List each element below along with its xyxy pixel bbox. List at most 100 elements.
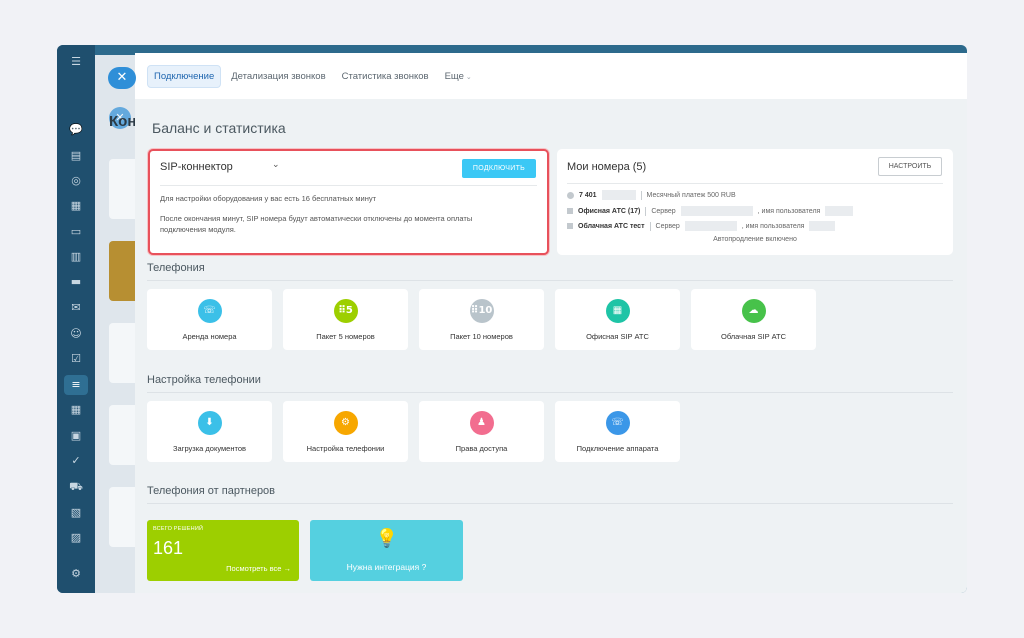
user-label: , имя пользователя [757,207,821,215]
store-icon[interactable]: ▣ [69,429,83,443]
free-minutes-text: Для настройки оборудования у вас есть 16… [160,194,377,203]
tab-more-label: Еще [444,70,464,82]
tick-icon[interactable]: ✓ [69,454,83,468]
number-row[interactable]: 7 401 Месячный платеж 500 RUB [567,190,736,200]
integration-card[interactable]: 💡 Нужна интеграция ? [310,520,463,581]
masked-value [601,190,636,200]
tab-more[interactable]: Еще ⌄ [439,66,478,87]
section-title-settings: Настройка телефонии [147,374,261,386]
user-label: , имя пользователя [741,222,805,230]
chat-icon[interactable]: 💬 [69,123,83,137]
total-solutions-count: 161 [153,538,184,558]
feed-icon[interactable]: ▤ [69,149,83,163]
divider [640,190,642,200]
tab-call-stats[interactable]: Статистика звонков [336,66,435,87]
configure-button[interactable]: НАСТРОИТЬ [878,157,942,176]
tile-label: Настройка телефонии [306,444,385,453]
masked-value [680,206,753,216]
chevron-down-icon[interactable]: ⌄ [272,160,280,170]
tile-telephony-settings[interactable]: ⚙ Настройка телефонии [283,401,408,462]
cart-icon[interactable]: ⛟ [69,480,83,494]
device-connection-icon: ☏ [605,411,630,435]
cloud-pbx-icon: ☁ [741,299,766,323]
partner-solutions-card[interactable]: ВСЕГО РЕШЕНИЙ 161 Посмотреть все → [147,520,299,581]
tile-label: Загрузка документов [173,444,246,453]
divider [160,185,537,186]
total-solutions-caption: ВСЕГО РЕШЕНИЙ [153,526,204,532]
calendar-icon[interactable]: ▦ [69,199,83,213]
divider [567,183,943,184]
tile-access-rights[interactable]: ♟ Права доступа [419,401,544,462]
tile-label: Облачная SIP АТС [721,332,786,341]
tile-package-10[interactable]: ⠿10 Пакет 10 номеров [419,289,544,350]
server-label: Сервер [651,207,676,215]
chart-icon[interactable]: ▥ [69,250,83,264]
tile-label: Пакет 10 номеров [450,332,513,341]
export-icon[interactable]: ▨ [69,531,83,545]
autorenew-status: Автопродление включено [713,236,797,243]
tab-call-details[interactable]: Детализация звонков [225,66,331,87]
tile-label: Аренда номера [182,332,237,341]
schedule-icon[interactable]: ▦ [69,403,83,417]
tab-connection[interactable]: Подключение [147,64,222,88]
tab-bar: Подключение Детализация звонков Статисти… [135,53,967,99]
masked-value [684,221,737,231]
integration-label: Нужна интеграция ? [346,562,427,572]
masked-value [825,206,854,216]
number-name: Офисная АТС (17) [578,207,641,215]
number-name: 7 401 [579,191,597,199]
number-detail: Месячный платеж 500 RUB [646,191,736,199]
media-icon[interactable]: ▧ [69,506,83,520]
sip-notice-text: После окончания минут, SIP номера будут … [160,214,473,234]
tile-cloud-pbx[interactable]: ☁ Облачная SIP АТС [691,289,816,350]
pbx-icon [567,208,573,214]
tile-device-connection[interactable]: ☏ Подключение аппарата [555,401,680,462]
pbx-icon [567,223,573,229]
my-numbers-card: Мои номера (5) НАСТРОИТЬ 7 401 Месячный … [557,149,953,255]
number-name: Облачная АТС тест [578,222,645,230]
connect-button[interactable]: ПОДКЛЮЧИТЬ [462,159,536,178]
section-title-partners: Телефония от партнеров [147,485,276,497]
target-icon[interactable]: ◎ [69,174,83,188]
divider [645,206,647,216]
tasks-icon[interactable]: ☑ [69,352,83,366]
telephony-slider: Подключение Детализация звонков Статисти… [135,53,967,593]
status-icon [567,191,574,199]
divider [147,503,953,504]
settings-icon[interactable]: ⚙ [69,567,83,581]
app-window: ☰ 💬 ▤ ◎ ▦ ▭ ▥ ▬ ✉ ☺ ☑ ≡ ▦ ▣ ✓ ⛟ ▧ ▨ ⚙ ✕ Кон ✕ Подключение … [57,45,967,593]
telephony-icon[interactable]: ≡ [64,375,88,395]
upload-docs-icon: ⬇ [197,411,222,435]
mail-icon[interactable]: ✉ [69,301,83,315]
left-sidebar: ☰ 💬 ▤ ◎ ▦ ▭ ▥ ▬ ✉ ☺ ☑ ≡ ▦ ▣ ✓ ⛟ ▧ ▨ ⚙ [57,45,95,593]
number-row[interactable]: Офисная АТС (17) Сервер , имя пользовате… [567,206,854,216]
tile-label: Офисная SIP АТС [586,332,649,341]
close-slider-button[interactable]: ✕ [108,67,136,89]
view-all-link[interactable]: Посмотреть все → [226,564,291,573]
tile-label: Права доступа [455,444,508,453]
contacts-icon[interactable]: ☺ [69,327,83,341]
document-icon[interactable]: ▭ [69,225,83,239]
menu-icon[interactable]: ☰ [69,55,83,69]
office-pbx-icon: ▦ [605,299,630,323]
my-numbers-title: Мои номера (5) [567,161,647,173]
page-title: Баланс и статистика [152,120,286,136]
package-5-icon: ⠿5 [333,299,358,323]
divider [649,221,651,231]
tile-office-pbx[interactable]: ▦ Офисная SIP АТС [555,289,680,350]
package-10-icon: ⠿10 [469,299,494,323]
sip-connector-card: SIP-коннектор ⌄ ПОДКЛЮЧИТЬ Для настройки… [148,149,549,255]
telephony-settings-icon: ⚙ [333,411,358,435]
lightbulb-icon: 💡 [375,528,399,549]
section-title-telephony: Телефония [147,262,205,274]
chevron-down-icon: ⌄ [465,72,472,81]
tile-rent-number[interactable]: ☏ Аренда номера [147,289,272,350]
tile-upload-docs[interactable]: ⬇ Загрузка документов [147,401,272,462]
tile-package-5[interactable]: ⠿5 Пакет 5 номеров [283,289,408,350]
access-rights-icon: ♟ [469,411,494,435]
server-label: Сервер [655,222,680,230]
tile-label: Пакет 5 номеров [316,332,375,341]
tile-label: Подключение аппарата [576,444,659,453]
number-row[interactable]: Облачная АТС тест Сервер , имя пользоват… [567,221,836,231]
card-icon[interactable]: ▬ [69,275,83,289]
